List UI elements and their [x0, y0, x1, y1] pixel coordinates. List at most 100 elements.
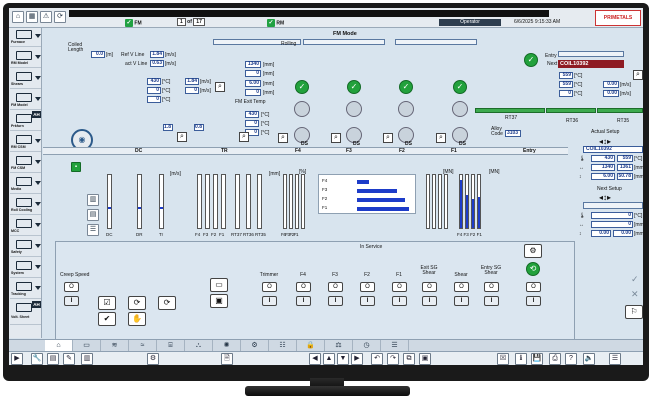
display-config-button[interactable]: ▣ — [210, 294, 228, 308]
trimmer-off-button[interactable]: I — [262, 296, 277, 306]
f1-off-button[interactable]: I — [392, 296, 407, 306]
magnifier-icon[interactable]: ⌕ — [278, 133, 288, 143]
check-button[interactable]: ☑ — [98, 296, 116, 310]
gauge-pct-labels: F4F3F2F1 — [281, 232, 299, 237]
gauge-label: RT37 — [231, 232, 242, 237]
f3-off-button[interactable]: I — [328, 296, 343, 306]
f4-on-button[interactable]: O — [296, 282, 311, 292]
save-icon[interactable]: 💾 — [531, 353, 543, 365]
f1-on-button[interactable]: O — [392, 282, 407, 292]
magnifier-icon[interactable]: ⌕ — [331, 133, 341, 143]
refresh-button-2[interactable]: ⟳ — [158, 296, 176, 310]
magnifier-icon[interactable]: ⌕ — [436, 133, 446, 143]
arrow-up-icon[interactable]: ▲ — [323, 353, 335, 365]
arrow-right-icon[interactable]: ▶ — [351, 353, 363, 365]
sidebar-item-fm-csm[interactable]: FM CSM — [10, 154, 41, 173]
redo-icon[interactable]: ↷ — [387, 353, 399, 365]
sidebar-item-furnace[interactable]: Furnace — [10, 28, 41, 47]
shear-off-button[interactable]: I — [454, 296, 469, 306]
alarm-icon[interactable]: ⚠ — [40, 11, 52, 23]
arrow-left-icon[interactable]: ◀ — [309, 353, 321, 365]
menu-icon[interactable]: ☰ — [609, 353, 621, 365]
sidebar-item-prkfurn[interactable]: Prkfurn AH — [10, 111, 41, 131]
shear-on-button[interactable]: O — [454, 282, 469, 292]
play-icon[interactable]: ▶ — [11, 353, 23, 365]
sidebar-item-tracking[interactable]: Tracking — [10, 280, 41, 299]
exit-sg-shear-off-button[interactable]: I — [422, 296, 437, 306]
copy-icon[interactable]: ⧉ — [403, 353, 415, 365]
alarm-list-icon[interactable]: ☒ — [497, 353, 509, 365]
list-icon[interactable]: ☰ — [87, 224, 99, 236]
creep-speed-on-button[interactable]: O — [64, 282, 79, 292]
sidebar-item-volt-sheet[interactable]: Volt. Sheet AH — [10, 301, 41, 325]
bar-chart-icon[interactable]: ▥ — [87, 194, 99, 206]
sidebar-item-safety[interactable]: Safety — [10, 238, 41, 257]
chevron-down-icon — [35, 223, 41, 227]
cycle-icon[interactable]: ⟳ — [54, 11, 66, 23]
trimmer-on-button[interactable]: O — [262, 282, 277, 292]
sidebar-item-mcc[interactable]: MCC — [10, 217, 41, 236]
home-icon[interactable]: ⌂ — [12, 11, 24, 23]
operator-badge[interactable]: Operator — [439, 19, 501, 26]
check-icon: ✓ — [267, 19, 275, 27]
document-icon[interactable]: ▤ — [47, 353, 59, 365]
settings-icon[interactable]: ⚙ — [147, 353, 159, 365]
temp1-value: 430 — [147, 78, 161, 85]
degc-unit: [°C] — [261, 121, 270, 127]
check-icon[interactable]: ✓ — [631, 274, 639, 285]
f2-on-button[interactable]: O — [360, 282, 375, 292]
sidebar-item-fm-model[interactable]: FM Model — [10, 91, 41, 110]
magnifier-icon[interactable]: ⌕ — [215, 82, 225, 92]
chart-icon[interactable]: ▥ — [81, 353, 93, 365]
roll-cooling-icon — [16, 198, 32, 207]
print-icon[interactable]: ⎙ — [549, 353, 561, 365]
section-f1: F1 — [451, 148, 457, 154]
sidebar-item-shears[interactable]: Shears — [10, 70, 41, 89]
sidebar-item-roll-cooling[interactable]: Roll Cooling — [10, 196, 41, 215]
ack-button[interactable]: ⚐ — [625, 305, 643, 319]
status-strip — [69, 10, 549, 17]
tools-icon[interactable]: 🔧 — [31, 353, 43, 365]
exit-sg-shear-on-button[interactable]: O — [422, 282, 437, 292]
magnifier-icon[interactable]: ⌕ — [239, 132, 249, 142]
entry-sg-shear-off-button[interactable]: I — [484, 296, 499, 306]
refresh-button[interactable]: ⟳ — [128, 296, 146, 310]
magnifier-icon[interactable]: ⌕ — [383, 133, 393, 143]
display-button[interactable]: ▭ — [210, 278, 228, 292]
file-icon[interactable]: 🗎 — [221, 353, 233, 365]
gauge-dc — [107, 174, 112, 229]
width-value: 1340 — [245, 61, 261, 68]
magnifier-icon[interactable]: ⌕ — [633, 70, 643, 80]
info-icon[interactable]: ℹ — [515, 353, 527, 365]
rm-csm-icon — [16, 135, 32, 144]
f2-off-button[interactable]: I — [360, 296, 375, 306]
settings-button[interactable]: ⚙ — [524, 244, 542, 258]
f3-on-button[interactable]: O — [328, 282, 343, 292]
aux-off-button[interactable]: I — [526, 296, 541, 306]
undo-icon[interactable]: ↶ — [371, 353, 383, 365]
paste-icon[interactable]: ▣ — [419, 353, 431, 365]
green-square-icon[interactable]: ▪ — [71, 162, 81, 172]
gauge-label: F4 — [195, 232, 201, 237]
notes-icon[interactable]: ✎ — [63, 353, 75, 365]
sidebar-item-media[interactable]: Media — [10, 175, 41, 194]
entry-sg-shear-on-button[interactable]: O — [484, 282, 499, 292]
arrow-down-icon[interactable]: ▼ — [337, 353, 349, 365]
hand-button[interactable]: ✋ — [128, 312, 146, 326]
creep-speed-off-button[interactable]: I — [64, 296, 79, 306]
table-icon[interactable]: ▤ — [87, 209, 99, 221]
help-icon[interactable]: ? — [565, 353, 577, 365]
aux-on-button[interactable]: O — [526, 282, 541, 292]
confirm-button[interactable]: ✔ — [98, 312, 116, 326]
sidebar-item-rm-model[interactable]: RM Model — [10, 49, 41, 68]
f4-off-button[interactable]: I — [296, 296, 311, 306]
grid-icon[interactable]: ▦ — [26, 11, 38, 23]
close-icon[interactable]: ✕ — [631, 289, 639, 300]
magnifier-icon[interactable]: ⌕ — [177, 132, 187, 142]
sound-icon[interactable]: 🔈 — [583, 353, 595, 365]
green-status-icon[interactable]: ⟲ — [526, 262, 540, 276]
tracking-icon — [16, 282, 32, 291]
sidebar-item-rm-csm[interactable]: RM CSM — [10, 133, 41, 152]
entry-temp2-value: 559 — [559, 81, 573, 88]
sidebar-item-system[interactable]: System — [10, 259, 41, 278]
